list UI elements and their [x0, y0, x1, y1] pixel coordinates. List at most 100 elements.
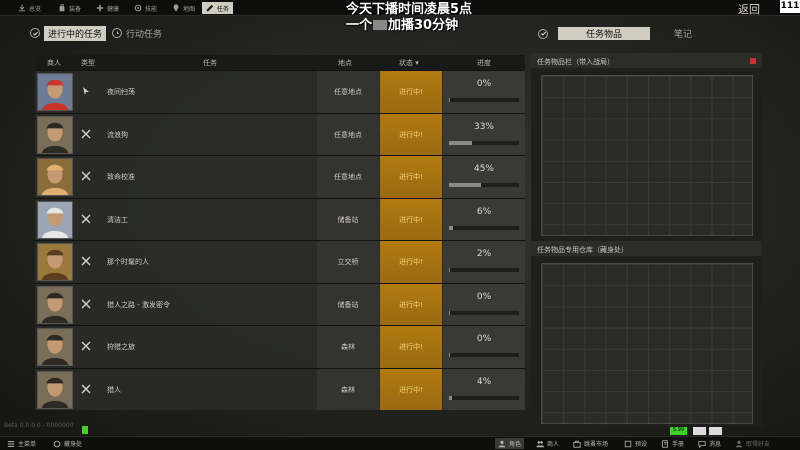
character-icon	[498, 440, 506, 447]
messages-button[interactable]: 消息	[695, 438, 724, 449]
tab-overview[interactable]: 总览	[18, 2, 41, 14]
trader-avatar[interactable]	[37, 73, 73, 111]
ping-badge: 5.99	[670, 427, 687, 435]
crossed-swords-icon	[81, 171, 91, 181]
check-circle-icon	[538, 28, 548, 39]
character-button[interactable]: 角色	[495, 438, 525, 449]
trader-avatar[interactable]	[37, 200, 73, 239]
friends-button[interactable]: 取得好友	[732, 438, 773, 449]
tab-map[interactable]: 地图	[172, 2, 195, 14]
quest-items-grid[interactable]	[541, 75, 753, 236]
progress-cell: 6%	[443, 198, 525, 240]
progress-bar	[449, 183, 519, 187]
location-cell: 立交桥	[317, 241, 379, 283]
panel-title: 任务物品栏（带入战局）	[531, 53, 762, 68]
table-row[interactable]: 流浪狗 任意地点 进行中! 33%	[35, 112, 525, 155]
overlay-line-2: 一个 加播30分钟	[346, 14, 458, 33]
progress-cell: 0%	[443, 71, 525, 113]
tab-label: 进行中的任务	[44, 25, 107, 41]
task-rows: 夜间扫荡 任意地点 进行中! 0% 流浪狗 任意地点 进行中! 33% 致命校准…	[35, 70, 525, 410]
table-row[interactable]: 那个时髦的人 立交桥 进行中! 2%	[35, 240, 525, 283]
traders-icon	[536, 440, 544, 447]
handbook-icon	[662, 439, 668, 448]
task-status: 进行中!	[399, 258, 423, 266]
redacted-block	[373, 20, 388, 30]
small-toggle-1[interactable]	[693, 427, 706, 435]
progress-bar	[449, 225, 519, 230]
progress-percent: 2%	[476, 249, 492, 259]
progress-percent: 0%	[476, 291, 492, 302]
friends-icon	[735, 440, 743, 447]
table-row[interactable]: 清洁工 储备站 进行中! 6%	[35, 197, 525, 240]
task-location: 任意地点	[334, 130, 362, 139]
progress-bar	[449, 310, 519, 315]
task-location: 森林	[341, 385, 355, 394]
table-row[interactable]: 夜间扫荡 任意地点 进行中! 0%	[35, 70, 525, 113]
traders-button[interactable]: 商人	[533, 438, 562, 449]
health-icon	[96, 4, 104, 12]
tab-label: 总览	[29, 5, 42, 13]
trader-avatar[interactable]	[37, 115, 73, 154]
progress-percent: 4%	[476, 376, 492, 387]
tab-active-tasks[interactable]: 进行中的任务	[30, 25, 107, 41]
progress-bar	[449, 353, 519, 357]
back-button[interactable]: 返回	[738, 1, 760, 17]
main-menu-button[interactable]: 主菜单	[4, 438, 39, 449]
task-status: 进行中!	[399, 215, 423, 224]
presets-button[interactable]: 预设	[621, 438, 650, 449]
task-status: 进行中!	[399, 385, 423, 394]
cursor-icon	[81, 86, 91, 96]
progress-percent: 0%	[476, 334, 492, 344]
tab-label: 技能	[145, 5, 158, 13]
small-toggle-2[interactable]	[709, 427, 722, 435]
location-cell: 森林	[317, 368, 379, 410]
tab-health[interactable]: 健康	[96, 2, 119, 14]
status-cell: 进行中!	[380, 71, 442, 113]
tab-gear[interactable]: 装备	[58, 2, 81, 14]
tab-skills[interactable]: 技能	[134, 2, 157, 14]
table-row[interactable]: 猎人 森林 进行中! 4%	[35, 367, 525, 410]
hideout-button[interactable]: 藏身处	[50, 438, 85, 449]
trader-avatar[interactable]	[37, 328, 73, 366]
task-location: 任意地点	[334, 88, 362, 96]
location-cell: 储备站	[317, 198, 379, 240]
trader-avatar[interactable]	[37, 370, 73, 409]
tab-quest-items[interactable]: 任务物品	[558, 27, 650, 40]
table-row[interactable]: 狩猎之旅 森林 进行中! 0%	[35, 325, 525, 368]
progress-percent: 0%	[476, 79, 492, 89]
table-row[interactable]: 猎人之路 - 激发密令 储备站 进行中! 0%	[35, 282, 525, 325]
quest-stash-grid[interactable]	[541, 263, 753, 424]
check-circle-icon	[30, 28, 40, 38]
tab-notes[interactable]: 笔记	[674, 27, 692, 40]
right-tabs: 任务物品 笔记	[538, 27, 692, 40]
progress-fill	[449, 268, 451, 272]
bottom-nav-bar: 主菜单 藏身处 角色 商人 跳蚤市场 预设 手册 消息 取得好友	[0, 436, 800, 450]
version-text: Beta 0.0.0.0 - 0000000	[4, 422, 74, 429]
progress-fill	[449, 395, 452, 400]
task-location: 储备站	[337, 215, 359, 224]
crossed-swords-icon	[81, 214, 91, 224]
hideout-icon	[53, 440, 61, 447]
trader-avatar[interactable]	[37, 285, 73, 324]
progress-bar	[449, 140, 519, 145]
task-name: 猎人之路 - 激发密令	[107, 300, 170, 309]
status-cell: 进行中!	[380, 156, 442, 198]
flea-market-button[interactable]: 跳蚤市场	[570, 438, 611, 449]
trader-avatar[interactable]	[37, 243, 73, 281]
tab-label: 行动任务	[126, 29, 163, 40]
task-name: 清洁工	[107, 215, 128, 224]
level-badge: 111	[780, 0, 800, 13]
header-status[interactable]: 状态 ▾	[399, 58, 419, 68]
tab-tasks[interactable]: 任务	[202, 2, 234, 14]
flea-market-icon	[573, 440, 581, 448]
progress-bar	[449, 98, 519, 102]
task-icon	[206, 4, 214, 12]
tab-operation-tasks[interactable]: 行动任务	[112, 27, 162, 40]
trader-avatar[interactable]	[37, 158, 73, 196]
progress-fill	[449, 310, 451, 315]
presets-icon	[624, 440, 632, 447]
table-row[interactable]: 致命校准 任意地点 进行中! 45%	[35, 155, 525, 198]
task-status: 进行中!	[399, 88, 423, 96]
handbook-button[interactable]: 手册	[658, 438, 687, 449]
task-name: 狩猎之旅	[107, 343, 135, 351]
